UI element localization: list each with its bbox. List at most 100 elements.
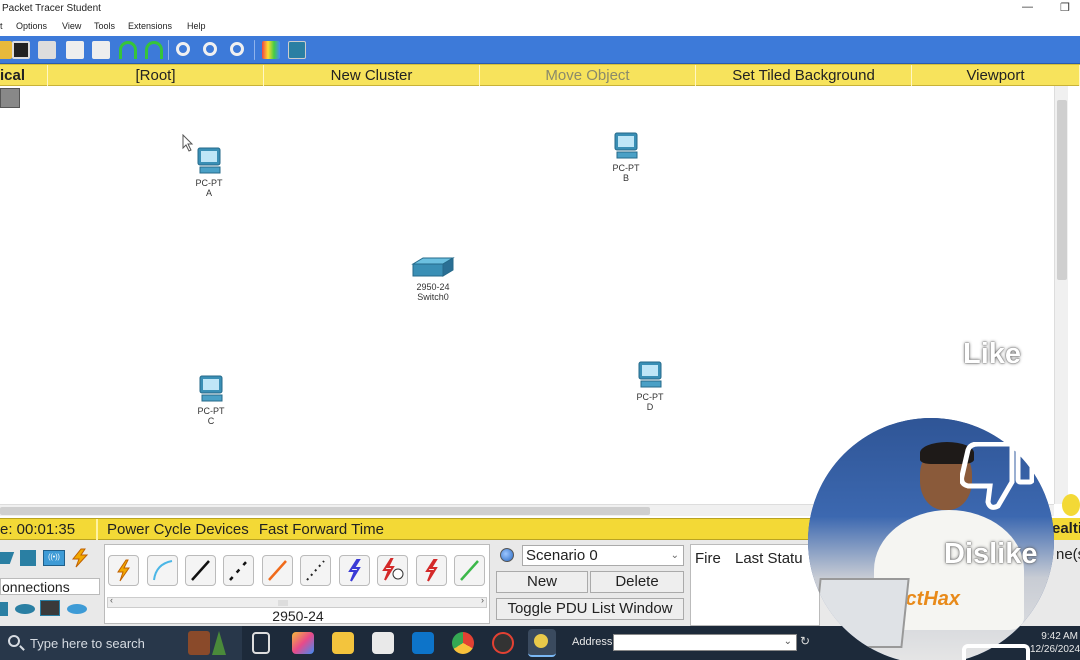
serial-dce-button[interactable]: [377, 555, 408, 586]
column-fire[interactable]: Fire: [695, 550, 721, 567]
device-pc-c[interactable]: PC-PT C: [191, 374, 231, 426]
logical-tab[interactable]: ical: [0, 65, 48, 86]
realtime-mode-tab[interactable]: ealti: [1052, 518, 1080, 540]
connection-types-panel: ‹ › 2950-24: [104, 544, 490, 624]
cluster-icon[interactable]: [0, 88, 20, 108]
device-name-label: B: [622, 173, 629, 183]
like-label: Like: [963, 338, 1022, 370]
copy-icon[interactable]: [66, 41, 84, 59]
device-pc-b[interactable]: PC-PT B: [606, 131, 646, 183]
undo-icon[interactable]: [119, 41, 137, 59]
new-cluster-button[interactable]: New Cluster: [264, 65, 480, 86]
app-window: Packet Tracer Student — ❐ t Options View…: [0, 0, 1080, 660]
realtime-clock-icon[interactable]: [1062, 494, 1080, 516]
like-thumbs-up-icon: [960, 246, 1031, 310]
print-icon[interactable]: [38, 41, 56, 59]
fast-forward-button[interactable]: Fast Forward Time: [259, 521, 384, 538]
zoom-in-icon[interactable]: [176, 42, 190, 56]
menu-file-partial[interactable]: t: [0, 21, 3, 31]
power-cycle-button[interactable]: Power Cycle Devices: [107, 521, 249, 538]
column-source[interactable]: ne(s: [1056, 546, 1080, 563]
scrollbar-thumb[interactable]: [278, 600, 288, 606]
menu-view[interactable]: View: [62, 21, 81, 31]
move-object-button[interactable]: Move Object: [480, 65, 696, 86]
restore-icon[interactable]: ❐: [1060, 1, 1070, 14]
menu-extensions[interactable]: Extensions: [128, 21, 172, 31]
switches-category-icon[interactable]: [20, 550, 36, 566]
minimize-icon[interactable]: —: [1022, 1, 1033, 13]
toggle-pdu-list-button[interactable]: Toggle PDU List Window: [496, 598, 684, 620]
console-cable-button[interactable]: [147, 555, 178, 586]
store-icon[interactable]: [372, 632, 394, 654]
fiber-cable-button[interactable]: [262, 555, 293, 586]
phone-cable-button[interactable]: [300, 555, 331, 586]
paste-icon[interactable]: [92, 41, 110, 59]
scenario-panel: Scenario 0 ⌄ New Delete Toggle PDU List …: [492, 544, 688, 626]
file-explorer-icon[interactable]: [332, 632, 354, 654]
scroll-left-icon[interactable]: ‹: [110, 595, 113, 605]
scrollbar-thumb[interactable]: [0, 507, 650, 515]
menu-options[interactable]: Options: [16, 21, 47, 31]
pc-icon: [197, 147, 221, 174]
globe-icon: [500, 548, 514, 562]
delete-scenario-button[interactable]: Delete: [590, 571, 684, 593]
coaxial-cable-icon: [348, 559, 361, 582]
auto-connection-button[interactable]: [108, 555, 139, 586]
packet-tracer-taskbar-icon[interactable]: [528, 629, 556, 657]
task-view-icon[interactable]: [252, 632, 270, 654]
zoom-out-icon[interactable]: [230, 42, 244, 56]
column-last-status[interactable]: Last Statu: [735, 550, 803, 567]
end-devices-icon[interactable]: [0, 602, 8, 616]
zoom-reset-icon[interactable]: [203, 42, 217, 56]
octal-cable-icon: [460, 560, 479, 581]
workspace-vertical-scrollbar[interactable]: [1054, 86, 1068, 504]
wan-emulation-icon[interactable]: [15, 604, 35, 614]
redo-icon[interactable]: [145, 41, 163, 59]
scenario-select[interactable]: Scenario 0 ⌄: [522, 545, 684, 566]
connections-category-icon[interactable]: [70, 548, 90, 568]
straight-cable-icon: [191, 560, 210, 581]
scroll-right-icon[interactable]: ›: [481, 595, 484, 605]
connection-types-scrollbar[interactable]: ‹ ›: [107, 595, 487, 608]
root-button[interactable]: [Root]: [48, 65, 264, 86]
copper-cross-over-button[interactable]: [223, 555, 254, 586]
copilot-icon[interactable]: [292, 632, 314, 654]
device-model-label: 2950-24: [416, 282, 450, 292]
scrollbar-thumb[interactable]: [1057, 100, 1067, 280]
chrome-icon[interactable]: [452, 632, 474, 654]
copper-straight-through-button[interactable]: [185, 555, 216, 586]
search-icon: [8, 635, 20, 647]
taskbar-search[interactable]: Type here to search: [0, 626, 242, 660]
device-pc-d[interactable]: PC-PT D: [630, 360, 670, 412]
obs-icon[interactable]: [492, 632, 514, 654]
outlook-icon[interactable]: [412, 632, 434, 654]
toolbar-separator: [254, 40, 255, 60]
address-input[interactable]: ⌄: [613, 634, 797, 651]
search-input[interactable]: Type here to search: [30, 636, 145, 651]
window-title: Packet Tracer Student: [2, 3, 101, 14]
viewport-button[interactable]: Viewport: [912, 65, 1080, 86]
open-icon[interactable]: [0, 41, 12, 59]
device-switch0[interactable]: 2950-24 Switch0: [408, 256, 458, 302]
selected-device-name: 2950-24: [272, 608, 324, 624]
custom-devices-icon[interactable]: [40, 600, 60, 616]
category-label: onnections: [0, 578, 100, 595]
device-model-label: PC-PT: [195, 178, 223, 188]
multiuser-icon[interactable]: [67, 604, 87, 614]
save-icon[interactable]: [12, 41, 30, 59]
palette-icon[interactable]: [262, 41, 280, 59]
menu-help[interactable]: Help: [187, 21, 206, 31]
menu-tools[interactable]: Tools: [94, 21, 115, 31]
subscribe-overlay-partial: [962, 644, 1030, 660]
octal-cable-button[interactable]: [454, 555, 485, 586]
coaxial-cable-button[interactable]: [339, 555, 370, 586]
custom-device-icon[interactable]: [288, 41, 306, 59]
hubs-category-icon[interactable]: ((•)): [43, 550, 65, 566]
device-pc-a[interactable]: PC-PT A: [189, 146, 229, 198]
routers-category-icon[interactable]: [0, 552, 15, 564]
serial-dce-icon: [382, 558, 404, 581]
new-scenario-button[interactable]: New: [496, 571, 588, 593]
set-tiled-background-button[interactable]: Set Tiled Background: [696, 65, 912, 86]
serial-dte-button[interactable]: [416, 555, 447, 586]
scenario-selected-value: Scenario 0: [526, 547, 598, 564]
